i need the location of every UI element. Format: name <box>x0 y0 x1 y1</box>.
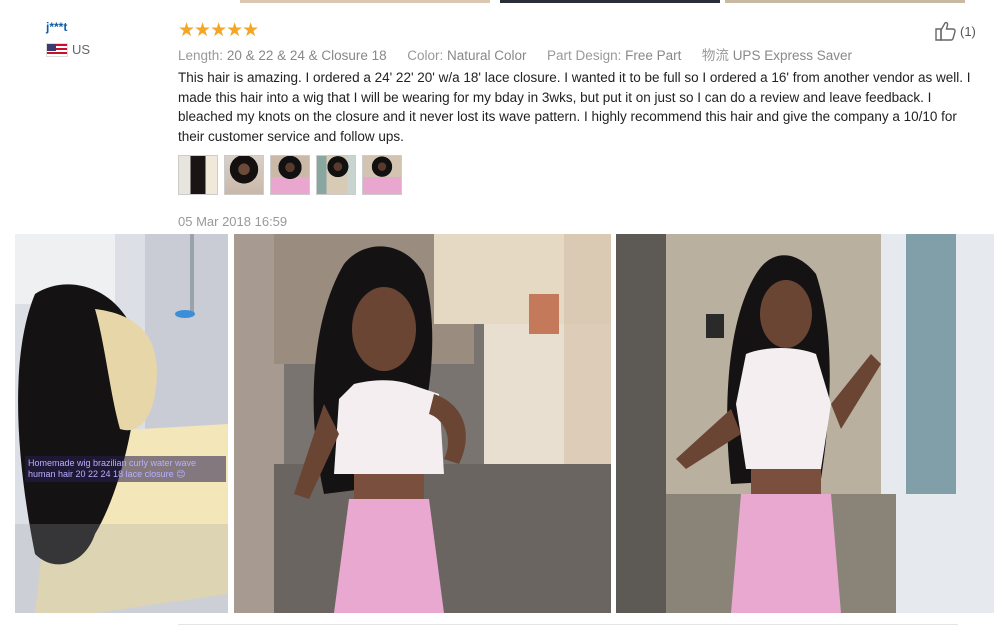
review-photo-wig-on-mannequin[interactable]: Homemade wig brazilian curly water wave … <box>15 234 228 613</box>
attr-length-key: Length: <box>178 48 224 63</box>
reviewer-country-label: US <box>72 42 91 57</box>
star-rating: ★★★★★ <box>178 20 259 41</box>
helpful-button[interactable]: (1) <box>934 21 976 41</box>
thumbs-up-icon <box>935 21 956 41</box>
reviewer-name: j***t <box>46 20 68 34</box>
full-body-photo-illustration <box>616 234 994 613</box>
attr-color-key: Color: <box>407 48 444 63</box>
review-photo-full-body[interactable] <box>616 234 994 613</box>
attr-color-value: Natural Color <box>446 48 527 63</box>
review-body: This hair is amazing. I ordered a 24' 22… <box>178 70 971 144</box>
review-date: 05 Mar 2018 16:59 <box>178 214 288 229</box>
previous-photos-strip <box>0 0 1000 5</box>
review-photo-front-selfie[interactable] <box>234 234 611 613</box>
review-photo-thumb-4[interactable] <box>316 155 356 195</box>
photo-caption: Homemade wig brazilian curly water wave … <box>25 456 226 482</box>
review-photo-thumb-5[interactable] <box>362 155 402 195</box>
attr-shipping-value: UPS Express Saver <box>732 48 852 63</box>
sku-attributes: Length: 20 & 22 & 24 & Closure 18 Color:… <box>178 44 852 64</box>
review-thumbnails <box>178 155 402 195</box>
attr-length-value: 20 & 22 & 24 & Closure 18 <box>226 48 387 63</box>
review-photo-thumb-1[interactable] <box>178 155 218 195</box>
review-photo-thumb-3[interactable] <box>270 155 310 195</box>
us-flag-icon <box>46 42 68 57</box>
wig-photo-illustration <box>15 234 228 613</box>
reviewer-info: j***t US <box>46 20 90 57</box>
attr-part-value: Free Part <box>625 48 682 63</box>
helpful-count: (1) <box>960 23 976 39</box>
attr-shipping-key: 物流 <box>701 48 729 63</box>
attr-part-key: Part Design: <box>547 48 622 63</box>
reviewer-country: US <box>46 42 90 57</box>
review-photo-thumb-2[interactable] <box>224 155 264 195</box>
selfie-photo-illustration <box>234 234 611 613</box>
review-divider <box>178 624 958 625</box>
